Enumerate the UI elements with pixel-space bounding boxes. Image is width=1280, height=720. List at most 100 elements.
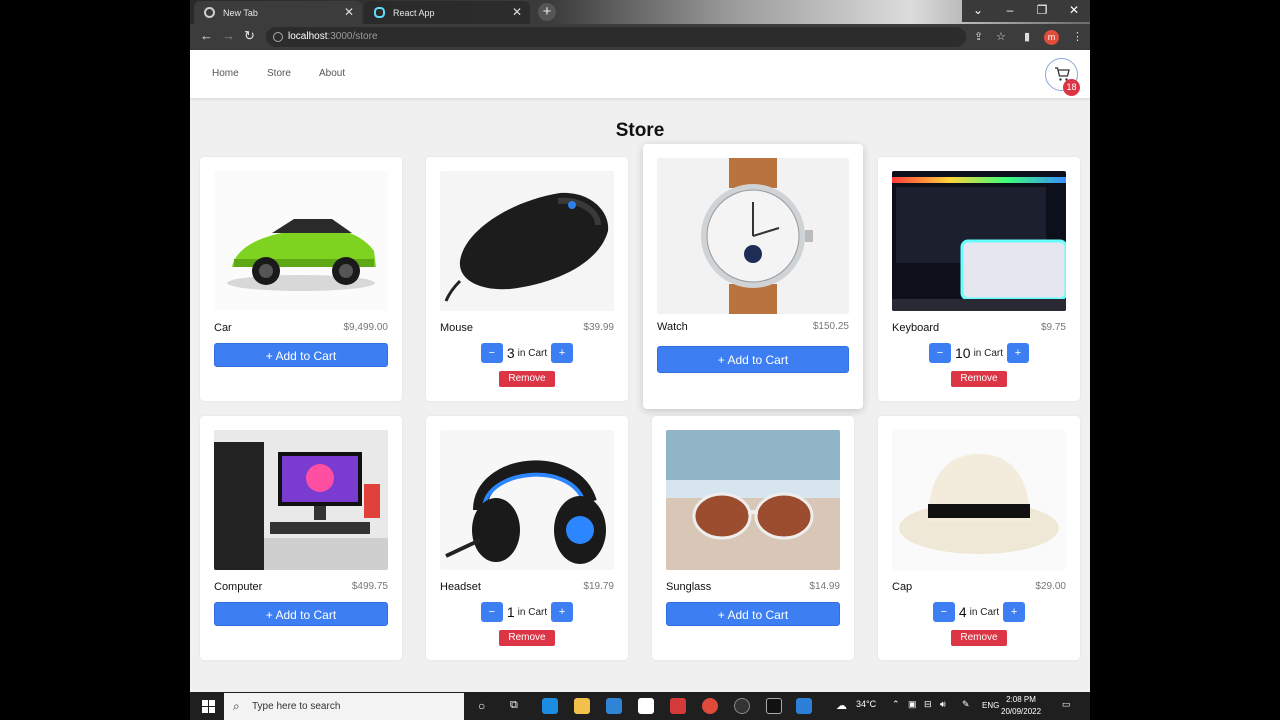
quantity-stepper: − 1 in Cart +	[426, 602, 628, 622]
product-image	[666, 430, 840, 570]
decrease-quantity-button[interactable]: −	[480, 343, 503, 363]
product-image	[892, 171, 1066, 311]
product-name: Keyboard	[892, 322, 940, 334]
task-view-icon[interactable]: ⧉	[510, 699, 518, 712]
profile-avatar[interactable]: m	[1044, 30, 1059, 45]
in-cart-label: in Cart	[517, 347, 548, 359]
volume-icon[interactable]: 🔊︎	[940, 699, 946, 710]
product-card: Cap $29.00 − 4 in Cart + Remove	[878, 416, 1080, 660]
cart-quantity: 3	[506, 345, 515, 361]
product-image	[440, 430, 614, 570]
increase-quantity-button[interactable]: +	[1007, 343, 1030, 363]
product-card: Sunglass $14.99 + Add to Cart	[652, 416, 854, 660]
product-price: $19.79	[583, 581, 614, 592]
remove-button[interactable]: Remove	[951, 630, 1007, 646]
weather-temp[interactable]: 34°C	[856, 699, 876, 709]
vscode-icon[interactable]	[796, 698, 812, 714]
app-navbar: Home Store About 18	[190, 50, 1090, 98]
product-name: Headset	[440, 581, 481, 593]
product-image	[440, 171, 614, 311]
computer-image	[214, 430, 388, 570]
share-icon[interactable]: ⇪	[974, 30, 983, 43]
add-to-cart-button[interactable]: + Add to Cart	[657, 346, 849, 373]
nav-link-about[interactable]: About	[319, 68, 345, 79]
menu-kebab-icon[interactable]: ⋮	[1072, 30, 1083, 43]
weather-icon[interactable]: ☁	[836, 699, 847, 712]
bookmark-star-icon[interactable]: ☆	[996, 30, 1006, 43]
search-icon: ⌕	[233, 699, 240, 713]
nav-link-store[interactable]: Store	[267, 68, 291, 79]
chrome-icon	[204, 7, 215, 18]
in-cart-label: in Cart	[973, 347, 1004, 359]
minimize-button[interactable]: –	[994, 0, 1026, 22]
tab-react-app[interactable]: React App ✕	[364, 1, 530, 24]
language-indicator[interactable]: ENG	[982, 701, 999, 710]
mail-icon[interactable]	[606, 698, 622, 714]
file-explorer-icon[interactable]	[574, 698, 590, 714]
product-card: Watch $150.25 + Add to Cart	[643, 144, 863, 409]
remove-button[interactable]: Remove	[951, 371, 1007, 387]
remove-button[interactable]: Remove	[499, 371, 555, 387]
product-card: Car $9,499.00 + Add to Cart	[200, 157, 402, 401]
increase-quantity-button[interactable]: +	[1003, 602, 1026, 622]
product-price: $150.25	[812, 321, 849, 332]
close-tab-icon[interactable]: ✕	[512, 5, 522, 19]
quantity-stepper: − 3 in Cart +	[426, 343, 628, 363]
add-to-cart-button[interactable]: + Add to Cart	[666, 602, 840, 626]
increase-quantity-button[interactable]: +	[551, 343, 574, 363]
browser-window: New Tab ✕ React App ✕ + ⌄ – ❐ ✕ ← → ↻ lo…	[190, 0, 1090, 692]
cortana-icon[interactable]: ○	[478, 699, 485, 713]
chrome-taskbar-icon[interactable]	[702, 698, 718, 714]
notifications-icon[interactable]: ▭	[1062, 699, 1071, 710]
address-bar[interactable]: localhost:3000/store	[266, 27, 966, 47]
tray-overflow-icon[interactable]: ⌃	[892, 699, 900, 710]
add-to-cart-button[interactable]: + Add to Cart	[214, 602, 388, 626]
clock-time: 2:08 PM	[1006, 695, 1036, 704]
back-icon[interactable]: ←	[200, 28, 213, 43]
react-icon	[374, 7, 385, 18]
decrease-quantity-button[interactable]: −	[480, 602, 503, 622]
pen-icon[interactable]: ✎	[962, 699, 970, 710]
tray-app-icon[interactable]: ▣	[908, 699, 917, 710]
remove-button[interactable]: Remove	[499, 630, 555, 646]
taskbar-search-box[interactable]: ⌕ Type here to search	[224, 693, 464, 720]
headset-image	[440, 430, 614, 570]
product-image	[214, 171, 388, 311]
decrease-quantity-button[interactable]: −	[932, 602, 955, 622]
reload-icon[interactable]: ↻	[244, 28, 255, 44]
clock[interactable]: 2:08 PM 20/09/2022	[1001, 694, 1041, 718]
close-tab-icon[interactable]: ✕	[344, 5, 354, 19]
product-card: Keyboard $9.75 − 10 in Cart + Remove	[878, 157, 1080, 401]
in-cart-label: in Cart	[517, 606, 548, 618]
tab-new-tab[interactable]: New Tab ✕	[194, 1, 362, 24]
close-window-button[interactable]: ✕	[1058, 0, 1090, 22]
edge-icon[interactable]	[542, 698, 558, 714]
product-price: $14.99	[809, 581, 840, 592]
terminal-icon[interactable]	[766, 698, 782, 714]
forward-icon[interactable]: →	[222, 28, 235, 43]
new-tab-button[interactable]: +	[538, 3, 556, 21]
mouse-image	[440, 171, 614, 311]
tab-search-button[interactable]: ⌄	[962, 0, 994, 22]
increase-quantity-button[interactable]: +	[551, 602, 574, 622]
side-panel-icon[interactable]: ▮	[1024, 30, 1030, 43]
search-placeholder: Type here to search	[252, 701, 341, 712]
github-desktop-icon[interactable]	[734, 698, 750, 714]
vivaldi-icon[interactable]	[670, 698, 686, 714]
nav-link-home[interactable]: Home	[212, 68, 239, 79]
store-icon[interactable]	[638, 698, 654, 714]
cart-quantity: 10	[954, 345, 971, 361]
product-image	[214, 430, 388, 570]
maximize-button[interactable]: ❐	[1026, 0, 1058, 22]
clock-date: 20/09/2022	[1001, 707, 1042, 716]
network-icon[interactable]: ⊟	[924, 699, 932, 710]
product-name: Sunglass	[666, 581, 712, 593]
product-price: $9.75	[1040, 322, 1066, 333]
site-info-icon[interactable]	[273, 32, 283, 42]
windows-start-icon[interactable]	[202, 700, 215, 713]
product-price: $29.00	[1035, 581, 1066, 592]
product-card: Headset $19.79 − 1 in Cart + Remove	[426, 416, 628, 660]
product-image	[892, 430, 1066, 570]
add-to-cart-button[interactable]: + Add to Cart	[214, 343, 388, 367]
decrease-quantity-button[interactable]: −	[928, 343, 951, 363]
